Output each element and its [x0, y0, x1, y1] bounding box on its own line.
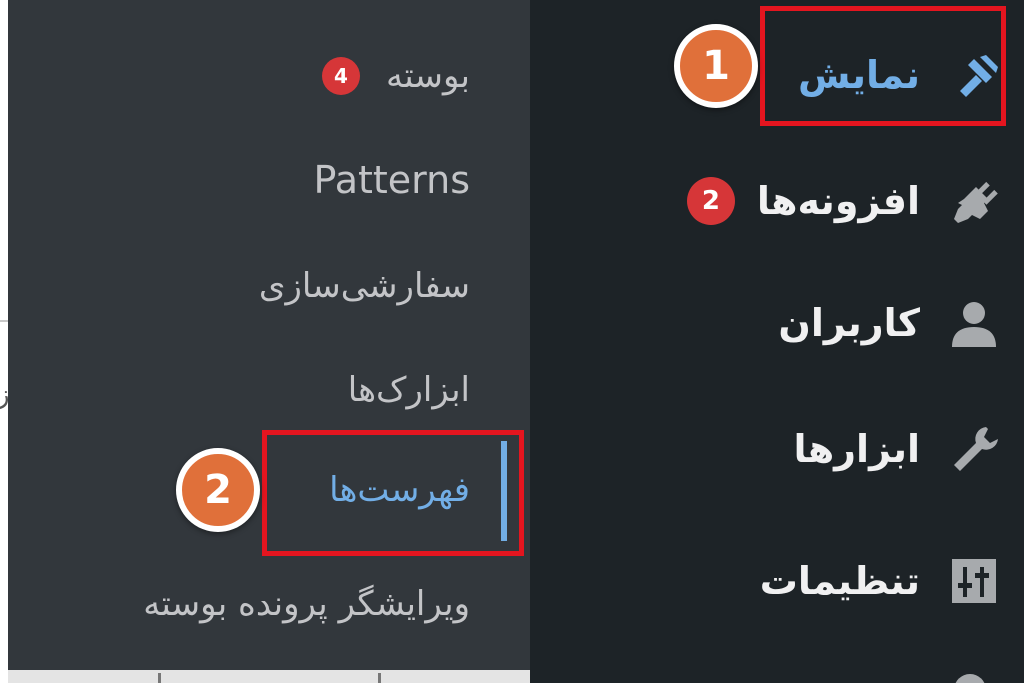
menus-highlight-box: [262, 430, 524, 556]
submenu-item-theme-file-editor[interactable]: ویرایشگر پرونده بوسته: [143, 574, 470, 634]
submenu-item-themes[interactable]: بوسته 4: [321, 46, 470, 106]
submenu-item-label: ابزارک‌ها: [347, 370, 470, 410]
themes-update-count-badge: 4: [321, 57, 360, 95]
submenu-item-patterns[interactable]: Patterns: [313, 150, 470, 210]
page-background: [8, 670, 530, 683]
step-2-badge: 2: [176, 448, 260, 532]
step-1-badge: 1: [674, 24, 758, 108]
settings-sliders-icon: [946, 553, 1002, 609]
sidebar-item-label: کاربران: [778, 301, 920, 345]
plugin-icon: [946, 173, 1002, 229]
sidebar-item-tools[interactable]: ابزارها: [794, 414, 1002, 484]
sidebar-item-label: تنظیمات: [759, 559, 920, 603]
submenu-item-customize[interactable]: سفارشی‌سازی: [259, 256, 470, 316]
submenu-item-label: ویرایشگر پرونده بوسته: [143, 584, 470, 624]
sidebar-item-plugins[interactable]: افزونه‌ها 2: [686, 166, 1002, 236]
sidebar-item-users[interactable]: کاربران: [778, 288, 1002, 358]
submenu-item-widgets[interactable]: ابزارک‌ها: [348, 360, 470, 420]
plugins-update-count-badge: 2: [686, 177, 735, 225]
divider: [378, 673, 381, 683]
sidebar-item-label: افزونه‌ها: [756, 179, 920, 223]
wrench-icon: [946, 421, 1002, 477]
page-edge: ز: [0, 0, 10, 683]
divider: [0, 320, 8, 322]
submenu-item-label: Patterns: [313, 158, 470, 202]
partial-menu-icon: [955, 674, 985, 683]
sidebar-item-settings[interactable]: تنظیمات: [760, 546, 1002, 616]
appearance-submenu: بوسته 4 Patterns سفارشی‌سازی ابزارک‌ها ف…: [8, 0, 550, 670]
appearance-highlight-box: [760, 6, 1006, 126]
submenu-item-label: سفارشی‌سازی: [258, 266, 470, 306]
submenu-item-label: بوسته: [385, 56, 470, 96]
divider: [158, 673, 161, 683]
user-icon: [946, 295, 1002, 351]
sidebar-item-label: ابزارها: [793, 427, 920, 471]
